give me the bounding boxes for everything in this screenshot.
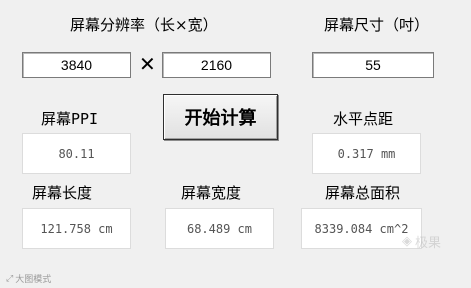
logo-icon: ◈ bbox=[402, 234, 412, 249]
ppi-label: 屏幕PPI bbox=[41, 110, 99, 128]
calculate-button[interactable]: 开始计算 bbox=[163, 94, 278, 140]
length-label: 屏幕长度 bbox=[32, 184, 93, 202]
width-value: 68.489 cm bbox=[165, 208, 274, 249]
dot-pitch-label: 水平点距 bbox=[333, 110, 394, 128]
screen-size-label: 屏幕尺寸（吋） bbox=[324, 16, 430, 34]
resolution-width-input[interactable]: 3840 bbox=[22, 52, 131, 78]
watermark-right-text: 极果 bbox=[415, 236, 442, 251]
watermark-left: ⤢ 大图模式 bbox=[6, 272, 52, 286]
expand-icon: ⤢ bbox=[6, 273, 14, 284]
watermark-right: ◈ 极果 bbox=[402, 232, 441, 251]
times-symbol: ✕ bbox=[139, 52, 156, 76]
screen-size-input[interactable]: 55 bbox=[312, 52, 434, 78]
resolution-label: 屏幕分辨率（长×宽） bbox=[70, 16, 218, 34]
area-label: 屏幕总面积 bbox=[325, 184, 401, 202]
length-value: 121.758 cm bbox=[22, 208, 131, 249]
ppi-value: 80.11 bbox=[22, 133, 131, 174]
resolution-height-input[interactable]: 2160 bbox=[162, 52, 271, 78]
watermark-left-text: 大图模式 bbox=[15, 275, 52, 285]
dot-pitch-value: 0.317 mm bbox=[312, 133, 421, 174]
width-label: 屏幕宽度 bbox=[181, 184, 242, 202]
